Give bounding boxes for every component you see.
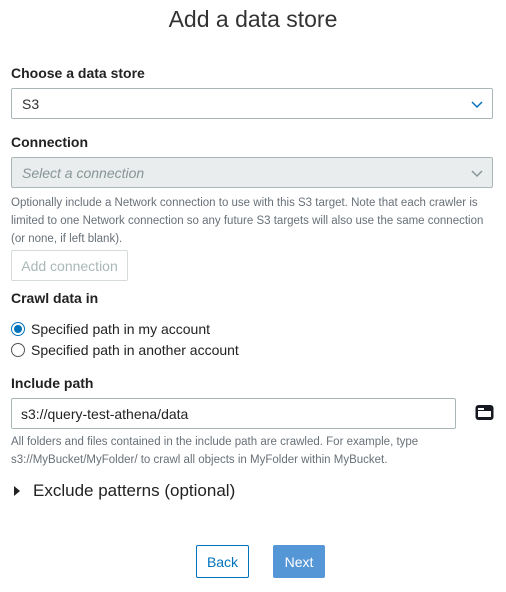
exclude-patterns-toggle[interactable]: Exclude patterns (optional)	[14, 481, 235, 501]
choose-data-store-label: Choose a data store	[11, 65, 145, 81]
data-store-select-value: S3	[22, 95, 40, 112]
add-data-store-page: Add a data store Choose a data store S3 …	[0, 0, 506, 592]
data-store-select[interactable]: S3	[11, 88, 493, 119]
caret-right-icon	[14, 486, 20, 496]
next-button[interactable]: Next	[273, 545, 325, 578]
radio-option-my-account[interactable]: Specified path in my account	[11, 321, 210, 337]
page-title: Add a data store	[168, 6, 338, 32]
include-path-help-text: All folders and files contained in the i…	[11, 436, 419, 466]
crawl-data-in-label: Crawl data in	[11, 290, 99, 306]
chevron-down-icon	[471, 170, 483, 178]
radio-button-checked[interactable]	[11, 322, 25, 336]
connection-select[interactable]: Select a connection	[11, 157, 493, 188]
connection-label: Connection	[11, 134, 88, 150]
connection-select-placeholder: Select a connection	[22, 164, 145, 181]
add-connection-button[interactable]: Add connection	[11, 250, 128, 281]
include-path-input[interactable]	[11, 398, 456, 429]
chevron-down-icon	[471, 101, 483, 109]
back-button[interactable]: Back	[196, 545, 249, 578]
radio-option-label: Specified path in another account	[31, 342, 239, 358]
exclude-patterns-label: Exclude patterns (optional)	[33, 481, 236, 500]
connection-help-text: Optionally include a Network connection …	[11, 197, 484, 245]
radio-option-label: Specified path in my account	[31, 321, 210, 337]
radio-option-another-account[interactable]: Specified path in another account	[11, 342, 239, 358]
include-path-label: Include path	[11, 375, 94, 391]
radio-button-unchecked[interactable]	[11, 343, 25, 357]
folder-icon[interactable]	[475, 404, 494, 421]
